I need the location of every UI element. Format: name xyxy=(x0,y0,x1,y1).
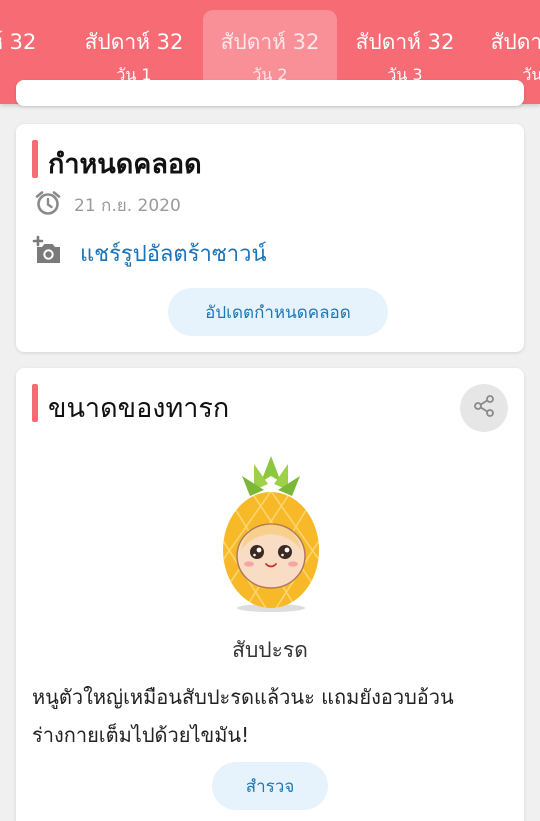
pineapple-illustration xyxy=(216,454,326,614)
baby-size-description: หนูตัวใหญ่เหมือนสับปะรดแล้วนะ แถมยังอวบอ… xyxy=(32,685,454,747)
tab-week-label: สัปดาห์ 32 xyxy=(355,30,455,54)
baby-size-title: ขนาดของทารก xyxy=(48,393,230,424)
due-date-value: 21 ก.ย. 2020 xyxy=(74,195,181,216)
add-photo-icon xyxy=(32,235,64,271)
alarm-clock-icon xyxy=(34,189,62,221)
previous-card-edge xyxy=(16,80,524,106)
tab-week32-day0[interactable]: สัปดาห์ 32 xyxy=(0,10,54,89)
title-accent-bar xyxy=(32,140,38,178)
tab-week-label: สัปดาห์ 32 xyxy=(84,30,184,54)
share-button[interactable] xyxy=(460,384,508,432)
tab-week32-day3[interactable]: สัปดาห์ 32 วัน 3 xyxy=(338,10,472,89)
tab-week32-day4[interactable]: สัปดาห์ 32 วัน 4 xyxy=(473,10,540,89)
due-date-title: กำหนดคลอด xyxy=(48,149,202,180)
due-date-card: กำหนดคลอด 21 ก.ย. 2020 แชร์รูปอัลตร้าซาว… xyxy=(16,124,524,352)
title-accent-bar xyxy=(32,384,38,422)
tab-week-label: สัปดาห์ 32 xyxy=(220,30,320,54)
explore-button[interactable]: สำรวจ xyxy=(212,762,328,810)
baby-size-card: ขนาดของทารก สับปะรด หนูตัวใหญ่เหมือนสับป… xyxy=(16,368,524,821)
due-date-row: 21 ก.ย. 2020 xyxy=(34,190,181,220)
tab-week32-day1[interactable]: สัปดาห์ 32 วัน 1 xyxy=(67,10,201,89)
share-ultrasound-label: แชร์รูปอัลตร้าซาวน์ xyxy=(80,241,267,267)
tab-week-label: สัปดาห์ 32 xyxy=(490,30,540,54)
tab-week-label: สัปดาห์ 32 xyxy=(0,30,37,54)
share-icon xyxy=(472,394,496,422)
update-due-date-button[interactable]: อัปเดตกำหนดคลอด xyxy=(168,288,388,336)
share-ultrasound-link[interactable]: แชร์รูปอัลตร้าซาวน์ xyxy=(32,235,267,271)
tab-week32-day2[interactable]: สัปดาห์ 32 วัน 2 xyxy=(203,10,337,89)
fruit-name: สับปะรด xyxy=(232,638,308,662)
